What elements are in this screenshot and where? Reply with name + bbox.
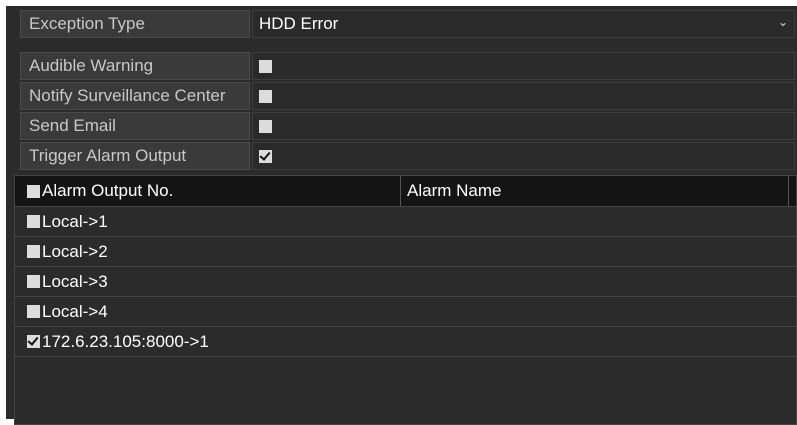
audible-warning-row: Audible Warning [20, 52, 795, 80]
exception-type-row: Exception Type HDD Error ⌄ [20, 10, 795, 38]
trigger-alarm-output-cell [252, 142, 795, 170]
row-label: Local->1 [42, 211, 108, 231]
row-checkbox[interactable] [27, 335, 40, 348]
audible-warning-checkbox[interactable] [259, 59, 272, 73]
row-label: Local->3 [42, 271, 108, 291]
table-row[interactable]: 172.6.23.105:8000->1 [15, 327, 796, 357]
alarm-output-no-header: Alarm Output No. [15, 176, 400, 206]
notify-surveillance-cell [252, 82, 795, 110]
table-row[interactable]: Local->1 [15, 207, 796, 237]
trigger-alarm-output-label: Trigger Alarm Output [20, 142, 250, 170]
row-label: Local->2 [42, 241, 108, 261]
send-email-row: Send Email [20, 112, 795, 140]
row-checkbox[interactable] [27, 275, 40, 288]
exception-type-value: HDD Error [259, 14, 339, 33]
send-email-label: Send Email [20, 112, 250, 140]
header-spacer [788, 176, 796, 206]
exception-settings-panel: Exception Type HDD Error ⌄ Audible Warni… [6, 6, 797, 425]
chevron-down-icon: ⌄ [777, 15, 788, 29]
notify-surveillance-label: Notify Surveillance Center [20, 82, 250, 110]
table-header: Alarm Output No. Alarm Name [15, 176, 796, 207]
trigger-alarm-output-row: Trigger Alarm Output [20, 142, 795, 170]
notify-surveillance-row: Notify Surveillance Center [20, 82, 795, 110]
row-label: 172.6.23.105:8000->1 [42, 331, 209, 351]
row-checkbox[interactable] [27, 215, 40, 228]
row-label: Local->4 [42, 301, 108, 321]
table-row[interactable]: Local->4 [15, 297, 796, 327]
audible-warning-cell [252, 52, 795, 80]
exception-type-select[interactable]: HDD Error ⌄ [252, 10, 795, 38]
trigger-alarm-output-checkbox[interactable] [259, 149, 272, 163]
table-row[interactable]: Local->3 [15, 267, 796, 297]
table-row[interactable]: Local->2 [15, 237, 796, 267]
select-all-checkbox[interactable] [27, 184, 40, 198]
row-checkbox[interactable] [27, 305, 40, 318]
audible-warning-label: Audible Warning [20, 52, 250, 80]
notify-surveillance-checkbox[interactable] [259, 89, 272, 103]
alarm-name-header: Alarm Name [400, 176, 788, 206]
alarm-name-header-label: Alarm Name [407, 181, 502, 200]
exception-type-label: Exception Type [20, 10, 250, 38]
alarm-output-no-header-label: Alarm Output No. [42, 181, 174, 200]
alarm-output-table: Alarm Output No. Alarm Name Local->1 Loc… [14, 175, 797, 425]
send-email-checkbox[interactable] [259, 119, 272, 133]
send-email-cell [252, 112, 795, 140]
row-checkbox[interactable] [27, 245, 40, 258]
